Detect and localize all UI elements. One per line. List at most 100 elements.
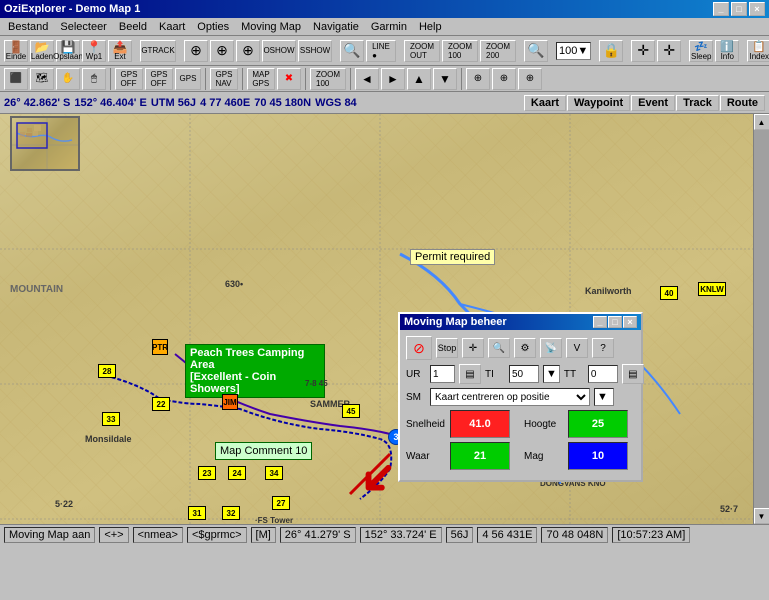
- tab-track[interactable]: Track: [676, 95, 719, 111]
- tab-kaart[interactable]: Kaart: [524, 95, 566, 111]
- tb-icon-1[interactable]: ⊕: [184, 40, 208, 62]
- gps-btn2[interactable]: GPSOFF: [145, 68, 173, 90]
- zoom-icon[interactable]: 🔍: [524, 40, 548, 62]
- mm-restore-btn[interactable]: □: [608, 316, 622, 328]
- tb2-zoom-r[interactable]: ZOOM100: [310, 68, 346, 90]
- mm-antenna-btn[interactable]: 📡: [540, 338, 562, 358]
- mm-cross-btn[interactable]: ✛: [462, 338, 484, 358]
- menu-selecteer[interactable]: Selecteer: [54, 19, 112, 35]
- title-bar: OziExplorer - Demo Map 1 _ □ ×: [0, 0, 769, 18]
- mm-ti-input[interactable]: [509, 365, 539, 383]
- laden-button[interactable]: 📂 Laden: [30, 40, 54, 62]
- zoom-dropdown-arrow[interactable]: ▼: [577, 45, 588, 57]
- tb2-btn1[interactable]: ⬛: [4, 68, 28, 90]
- scroll-down-btn[interactable]: ▼: [754, 508, 769, 524]
- search-button[interactable]: 🔍: [340, 40, 364, 62]
- index-button[interactable]: 📋 Index: [747, 40, 769, 62]
- sleep-button[interactable]: 💤 Sleep: [689, 40, 713, 62]
- menu-garmin[interactable]: Garmin: [365, 19, 413, 35]
- gtrack-button[interactable]: GTRACK: [140, 40, 176, 62]
- tb2-x[interactable]: ✖: [277, 68, 301, 90]
- sign-knlw: KNLW: [698, 282, 726, 296]
- mm-sm-dropdown[interactable]: ▼: [594, 388, 614, 406]
- minimize-button[interactable]: _: [713, 2, 729, 16]
- menu-help[interactable]: Help: [413, 19, 448, 35]
- mm-gear-btn[interactable]: ⚙: [514, 338, 536, 358]
- menu-bestand[interactable]: Bestand: [2, 19, 54, 35]
- line-button[interactable]: LINE●: [366, 40, 396, 62]
- scroll-up-btn[interactable]: ▲: [754, 114, 769, 130]
- menu-opties[interactable]: Opties: [191, 19, 235, 35]
- mm-title-buttons[interactable]: _ □ ×: [593, 316, 637, 328]
- tb2-btn4[interactable]: 🖱: [82, 68, 106, 90]
- menu-beeld[interactable]: Beeld: [113, 19, 153, 35]
- tb2-gps-nav[interactable]: GPSNAV: [210, 68, 238, 90]
- tb2-arrow-right[interactable]: ►: [381, 68, 405, 90]
- map-area[interactable]: Permit required Peach Trees Camping Area…: [0, 114, 769, 524]
- otrack-show[interactable]: OSHOW: [262, 40, 296, 62]
- maximize-button[interactable]: □: [731, 2, 747, 16]
- menu-kaart[interactable]: Kaart: [153, 19, 191, 35]
- status-nmea: <nmea>: [133, 527, 183, 543]
- mm-stop-button[interactable]: ⊘: [406, 336, 432, 360]
- tb-icon-3[interactable]: ⊕: [236, 40, 260, 62]
- tab-route[interactable]: Route: [720, 95, 765, 111]
- tb2-ctrl1[interactable]: ⊕: [466, 68, 490, 90]
- gps-btn[interactable]: GPSOFF: [115, 68, 143, 90]
- mm-ur-input[interactable]: [430, 365, 455, 383]
- ti-arrow[interactable]: ▼: [546, 368, 557, 380]
- title-bar-buttons[interactable]: _ □ ×: [713, 2, 765, 16]
- strack-show[interactable]: SSHOW: [298, 40, 332, 62]
- coord-bar: 26° 42.862' S 152° 46.404' E UTM 56J 4 7…: [0, 92, 769, 114]
- mm-tt-input[interactable]: [588, 365, 618, 383]
- wp1-button[interactable]: 📍 Wp1: [82, 40, 106, 62]
- mm-search-btn[interactable]: 🔍: [488, 338, 510, 358]
- lock-icon[interactable]: 🔒: [599, 40, 623, 62]
- mm-sm-select[interactable]: Kaart centreren op positie: [430, 388, 590, 406]
- zoom-100-button[interactable]: ZOOM100: [442, 40, 478, 62]
- opslaan-icon: 💾: [61, 41, 76, 53]
- mm-close-btn[interactable]: ×: [623, 316, 637, 328]
- mm-mag-value: 10: [568, 442, 628, 470]
- tab-waypoint[interactable]: Waypoint: [567, 95, 630, 111]
- tb2-ctrl2[interactable]: ⊕: [492, 68, 516, 90]
- wp1-label: Wp1: [86, 53, 102, 61]
- tb2-btn3[interactable]: ✋: [56, 68, 80, 90]
- tb-icon-2[interactable]: ⊕: [210, 40, 234, 62]
- tb2-arrow-up[interactable]: ▲: [407, 68, 431, 90]
- map-scrollbar[interactable]: ▲ ▼: [753, 114, 769, 524]
- tb2-gps3[interactable]: GPS: [175, 68, 201, 90]
- zoom-out-button[interactable]: ZOOMOUT: [404, 40, 440, 62]
- mm-minimize-btn[interactable]: _: [593, 316, 607, 328]
- mm-ur-icon[interactable]: ▤: [459, 364, 481, 384]
- mm-v-btn[interactable]: V: [566, 338, 588, 358]
- info-button[interactable]: ℹ️ Info: [715, 40, 739, 62]
- tb2-arrow-left[interactable]: ◄: [355, 68, 379, 90]
- camping-label: Peach Trees Camping Area [Excellent - Co…: [185, 344, 325, 398]
- tb2-ctrl3[interactable]: ⊕: [518, 68, 542, 90]
- close-button[interactable]: ×: [749, 2, 765, 16]
- sm-arrow[interactable]: ▼: [597, 391, 608, 403]
- mm-ti-dropdown[interactable]: ▼: [543, 365, 560, 383]
- move2-icon[interactable]: ✛: [657, 40, 681, 62]
- zoom-dropdown[interactable]: 100 ▼: [556, 42, 591, 60]
- zoom-200-button[interactable]: ZOOM200: [480, 40, 516, 62]
- menu-moving-map[interactable]: Moving Map: [235, 19, 307, 35]
- coord-east: 4 77 460E: [200, 97, 250, 109]
- tb2-btn2[interactable]: 🗺: [30, 68, 54, 90]
- wp-jim[interactable]: JIM: [222, 394, 238, 410]
- mm-tt-icon[interactable]: ▤: [622, 364, 644, 384]
- tb2-map-btn[interactable]: MAPGPS: [247, 68, 275, 90]
- move-icon[interactable]: ✛: [631, 40, 655, 62]
- scroll-track[interactable]: [754, 130, 769, 508]
- ext-button[interactable]: 📤 Ext: [108, 40, 132, 62]
- wp-ptr[interactable]: PTR: [152, 339, 168, 355]
- menu-navigatie[interactable]: Navigatie: [307, 19, 365, 35]
- mm-help-btn[interactable]: ?: [592, 338, 614, 358]
- opslaan-button[interactable]: 💾 Opslaan: [56, 40, 80, 62]
- tab-event[interactable]: Event: [631, 95, 675, 111]
- tb2-arrow-down[interactable]: ▼: [433, 68, 457, 90]
- coord-lat: 26° 42.862' S: [4, 97, 70, 109]
- mm-stop-label[interactable]: Stop: [436, 338, 458, 358]
- einde-button[interactable]: 🚪 Einde: [4, 40, 28, 62]
